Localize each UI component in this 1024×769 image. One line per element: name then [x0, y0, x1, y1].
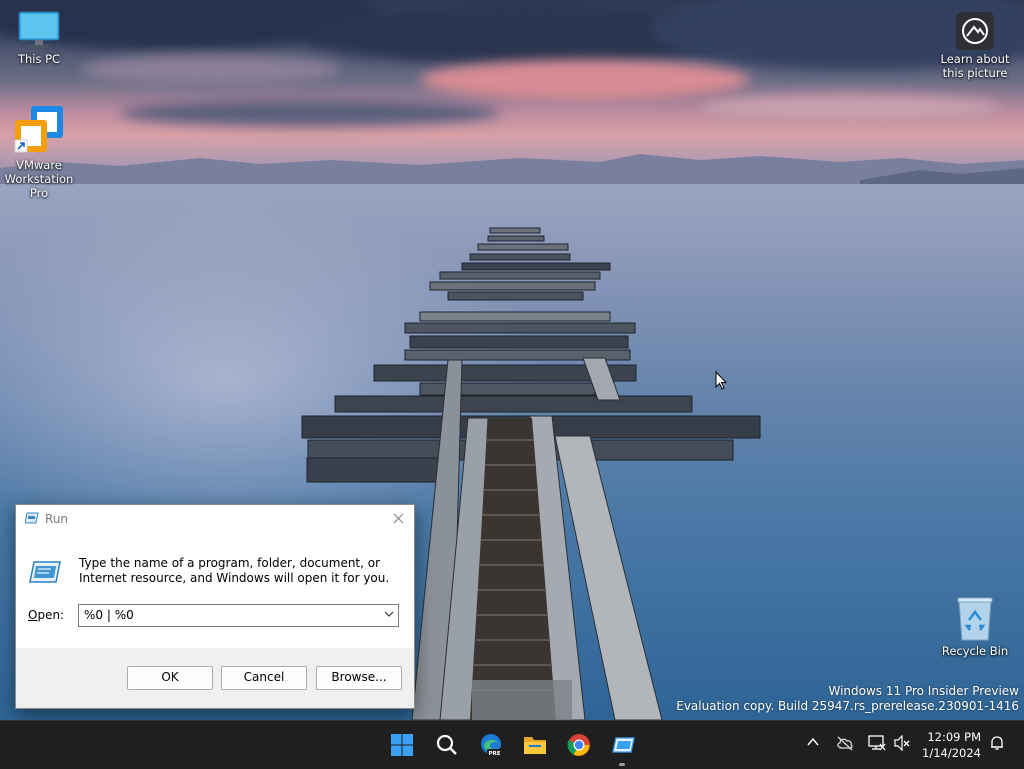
run-small-icon — [25, 512, 39, 524]
open-label: Open: — [28, 608, 65, 622]
recycle-bin-icon — [957, 597, 993, 641]
edge-preview-button[interactable]: PRE — [475, 729, 507, 761]
start-button[interactable] — [386, 729, 418, 761]
close-icon — [393, 513, 404, 524]
taskbar: PRE 12:09 PM 1/14/2024 — [0, 720, 1024, 769]
build-watermark: Windows 11 Pro Insider Preview Evaluatio… — [676, 684, 1019, 714]
run-description: Type the name of a program, folder, docu… — [79, 556, 390, 585]
file-explorer-button[interactable] — [519, 729, 551, 761]
running-indicator — [619, 763, 625, 766]
chevron-down-icon[interactable] — [384, 611, 394, 618]
search-icon — [436, 734, 457, 755]
run-icon — [612, 737, 635, 753]
desktop-icon-label: Recycle Bin — [941, 644, 1009, 658]
clock-time: 12:09 PM — [927, 730, 981, 744]
run-program-icon — [29, 561, 61, 583]
run-dialog: Run Type the name of a program, folder, … — [15, 504, 415, 709]
open-input[interactable]: %0 | %0 — [84, 608, 134, 622]
learn-about-picture-icon — [956, 12, 994, 50]
vmware-icon — [14, 106, 63, 153]
search-button[interactable] — [431, 729, 463, 761]
chevron-up-icon[interactable] — [806, 735, 820, 749]
clock-date: 1/14/2024 — [922, 746, 981, 760]
volume-muted-icon[interactable] — [893, 735, 911, 751]
chrome-icon — [567, 734, 590, 756]
desktop-icon-recycle-bin[interactable]: Recycle Bin — [937, 596, 1013, 658]
svg-text:PRE: PRE — [488, 751, 500, 757]
desktop-icon-label: VMware Workstation Pro — [4, 158, 74, 200]
file-explorer-icon — [524, 737, 546, 754]
watermark-line-edition: Windows 11 Pro Insider Preview — [828, 684, 1019, 698]
run-taskbar-button[interactable] — [607, 729, 639, 761]
this-pc-icon — [18, 11, 60, 48]
mouse-cursor-icon — [715, 371, 727, 390]
start-icon — [391, 734, 413, 756]
run-title: Run — [45, 512, 69, 526]
desktop-icon-vmware[interactable]: VMware Workstation Pro — [1, 104, 77, 200]
chrome-button[interactable] — [563, 729, 595, 761]
notifications-bell-icon[interactable] — [989, 735, 1005, 751]
run-title-bar[interactable]: Run — [16, 505, 414, 533]
watermark-line-build: Evaluation copy. Build 25947.rs_prerelea… — [676, 699, 1019, 713]
desktop-icon-label: This PC — [17, 52, 61, 66]
clock[interactable]: 12:09 PM 1/14/2024 — [922, 729, 981, 761]
desktop-icon-learn-about-picture[interactable]: Learn about this picture — [937, 12, 1013, 80]
browse-button[interactable]: Browse... — [316, 666, 402, 690]
open-combobox[interactable]: %0 | %0 — [78, 604, 399, 627]
desktop-icon-this-pc[interactable]: This PC — [1, 10, 77, 66]
edge-preview-icon: PRE — [481, 734, 502, 757]
onedrive-offline-icon[interactable] — [836, 735, 854, 751]
network-icon[interactable] — [868, 735, 886, 751]
desktop-icon-label: Learn about this picture — [940, 52, 1010, 80]
ok-button[interactable]: OK — [127, 666, 213, 690]
close-button[interactable] — [384, 505, 414, 533]
cancel-button[interactable]: Cancel — [221, 666, 307, 690]
